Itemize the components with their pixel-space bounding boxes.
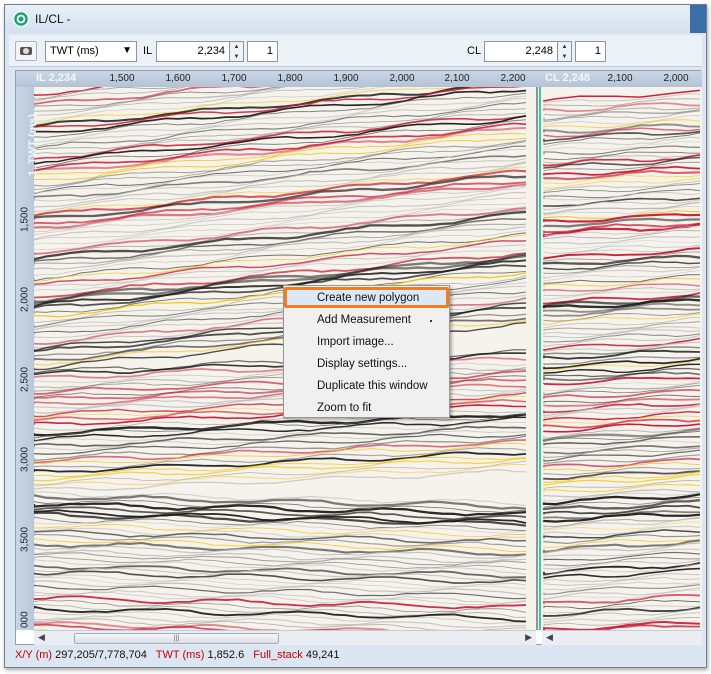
cl-step-input[interactable]: 1 bbox=[575, 41, 606, 62]
twt-label: TWT (ms) bbox=[155, 649, 205, 661]
menu-item-duplicate-window[interactable]: Duplicate this window bbox=[285, 376, 448, 398]
il-label: IL bbox=[143, 45, 153, 57]
spin-down-icon[interactable]: ▼ bbox=[230, 52, 243, 62]
context-menu: Create new polygon Add Measurement Impor… bbox=[283, 285, 450, 418]
il-step-input[interactable]: 1 bbox=[247, 41, 278, 62]
snapshot-button[interactable] bbox=[15, 41, 37, 61]
app-logo-icon bbox=[13, 11, 29, 27]
menu-item-import-image[interactable]: Import image... bbox=[285, 332, 448, 354]
scroll-right-icon[interactable]: ▶ bbox=[525, 632, 532, 643]
title-bar[interactable]: IL/CL - bbox=[5, 5, 706, 33]
menu-item-label: Add Measurement bbox=[317, 314, 411, 326]
il-spinner[interactable]: ▲ ▼ bbox=[229, 41, 244, 62]
spin-up-icon[interactable]: ▲ bbox=[230, 42, 243, 52]
spin-up-icon[interactable]: ▲ bbox=[558, 42, 571, 52]
status-bar: X/Y (m) 297,205/7,778,704 TWT (ms) 1,852… bbox=[9, 645, 702, 665]
x-tick-label: 2,000 bbox=[389, 73, 415, 84]
x-tick-label: 2,100 bbox=[444, 73, 470, 84]
window-control-edge bbox=[690, 5, 706, 33]
menu-item-zoom-to-fit[interactable]: Zoom to fit bbox=[285, 398, 448, 420]
crossline-panel-label: CL 2,248 bbox=[545, 72, 591, 84]
cl-value-input[interactable]: 2,248 bbox=[484, 41, 558, 62]
scroll-left-icon[interactable]: ◀ bbox=[38, 632, 45, 643]
y-axis-ruler: 1, TWT (ms) 1,500 2,000 2,500 3,000 3,50… bbox=[16, 87, 39, 630]
x-tick-label: 1,900 bbox=[333, 73, 359, 84]
spin-down-icon[interactable]: ▼ bbox=[558, 52, 571, 62]
x-tick-label: 2,000 bbox=[663, 73, 689, 84]
twt-value: 1,852.6 bbox=[207, 649, 245, 661]
y-axis-title: 1, TWT (ms) bbox=[27, 113, 40, 177]
toolbar: TWT (ms) ▼ IL 2,234 ▲ ▼ 1 CL 2,248 ▲ ▼ 1 bbox=[9, 35, 702, 67]
dropdown-arrow-icon: ▼ bbox=[122, 45, 132, 56]
x-tick-label: 1,700 bbox=[221, 73, 247, 84]
window-title: IL/CL - bbox=[35, 12, 71, 26]
stack-value: 49,241 bbox=[305, 649, 340, 661]
domain-select-value: TWT (ms) bbox=[50, 45, 99, 57]
xy-value: 297,205/7,778,704 bbox=[55, 649, 147, 661]
y-tick-label: 2,500 bbox=[19, 366, 31, 392]
x-tick-label: 1,500 bbox=[109, 73, 135, 84]
domain-select[interactable]: TWT (ms) ▼ bbox=[45, 41, 137, 62]
scroll-left-icon[interactable]: ◀ bbox=[546, 632, 553, 643]
scrollbar-thumb[interactable]: ||| bbox=[74, 633, 279, 644]
stack-label: Full_stack bbox=[253, 649, 303, 661]
x-axis-ruler: IL 2,234 1,500 1,600 1,700 1,800 1,900 2… bbox=[16, 71, 702, 87]
y-tick-label: 3,000 bbox=[19, 446, 31, 472]
menu-item-display-settings[interactable]: Display settings... bbox=[285, 354, 448, 376]
menu-item-create-polygon[interactable]: Create new polygon bbox=[285, 288, 448, 310]
menu-item-add-measurement[interactable]: Add Measurement bbox=[285, 310, 448, 332]
il-value-input[interactable]: 2,234 bbox=[156, 41, 230, 62]
y-tick-label: 2,000 bbox=[19, 286, 31, 312]
horizontal-scrollbar[interactable]: ◀ ||| ▶ bbox=[34, 630, 536, 645]
y-tick-label: 1,500 bbox=[19, 206, 31, 232]
inline-panel-label: IL 2,234 bbox=[36, 72, 77, 84]
xy-label: X/Y (m) bbox=[15, 649, 53, 661]
cl-label: CL bbox=[467, 45, 482, 57]
submenu-dot-icon bbox=[430, 320, 432, 322]
x-tick-label: 1,800 bbox=[277, 73, 303, 84]
crossline-scrollbar[interactable]: ◀ bbox=[542, 630, 702, 645]
camera-icon bbox=[20, 47, 32, 55]
x-tick-label: 1,600 bbox=[165, 73, 191, 84]
x-tick-label: 2,200 bbox=[500, 73, 526, 84]
y-tick-label: 000 bbox=[19, 611, 31, 628]
x-tick-label: 2,100 bbox=[607, 73, 633, 84]
y-tick-label: 3,500 bbox=[19, 526, 31, 552]
cl-spinner[interactable]: ▲ ▼ bbox=[557, 41, 572, 62]
